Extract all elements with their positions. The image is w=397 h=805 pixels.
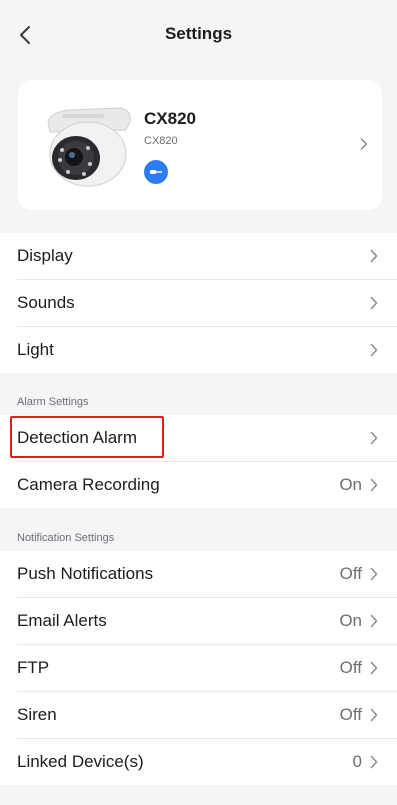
settings-row-ftp[interactable]: FTP Off <box>17 645 397 692</box>
settings-row-push-notifications[interactable]: Push Notifications Off <box>17 551 397 598</box>
section-label-notification: Notification Settings <box>17 532 115 544</box>
general-settings-group: Display Sounds Light <box>0 233 397 373</box>
connection-badge <box>144 160 168 184</box>
section-label-alarm: Alarm Settings <box>17 396 89 408</box>
settings-row-linked-devices[interactable]: Linked Device(s) 0 <box>17 739 397 785</box>
camera-image <box>47 107 131 187</box>
row-label: Siren <box>17 705 57 724</box>
page-title: Settings <box>164 24 233 43</box>
chevron-right-icon <box>370 296 378 310</box>
row-value: Off <box>339 658 362 677</box>
chevron-right-icon <box>370 478 378 492</box>
row-label: Linked Device(s) <box>17 752 144 771</box>
settings-row-siren[interactable]: Siren Off <box>17 692 397 739</box>
chevron-right-icon <box>370 343 378 357</box>
chevron-right-icon <box>370 708 378 722</box>
row-label: Email Alerts <box>17 611 107 630</box>
row-value: On <box>339 475 362 494</box>
chevron-right-icon <box>370 614 378 628</box>
row-value: 0 <box>352 752 362 771</box>
header-bar: Settings <box>0 0 397 70</box>
ethernet-icon <box>150 170 162 174</box>
settings-row-sounds[interactable]: Sounds <box>17 280 397 327</box>
row-label: Detection Alarm <box>17 428 137 447</box>
settings-row-detection-alarm[interactable]: Detection Alarm <box>17 415 397 462</box>
settings-row-light[interactable]: Light <box>17 327 397 373</box>
alarm-settings-group: Detection Alarm Camera Recording On <box>0 415 397 508</box>
settings-row-display[interactable]: Display <box>17 233 397 280</box>
chevron-right-icon <box>370 431 378 445</box>
settings-row-camera-recording[interactable]: Camera Recording On <box>17 462 397 508</box>
chevron-right-icon <box>370 755 378 769</box>
chevron-right-icon <box>360 138 368 150</box>
row-label: Sounds <box>17 293 75 312</box>
row-label: FTP <box>17 658 50 677</box>
settings-row-email-alerts[interactable]: Email Alerts On <box>17 598 397 645</box>
row-label: Light <box>17 340 54 359</box>
chevron-right-icon <box>370 249 378 263</box>
chevron-right-icon <box>370 661 378 675</box>
row-value: On <box>339 611 362 630</box>
device-card[interactable]: CX820 CX820 <box>18 80 382 210</box>
device-model: CX820 <box>144 135 178 147</box>
chevron-right-icon <box>370 567 378 581</box>
row-label: Push Notifications <box>17 564 154 583</box>
row-label: Display <box>17 246 73 265</box>
device-name: CX820 <box>144 109 196 128</box>
row-value: Off <box>339 564 362 583</box>
row-label: Camera Recording <box>17 475 160 494</box>
row-value: Off <box>339 705 362 724</box>
notification-settings-group: Push Notifications Off Email Alerts On F… <box>0 551 397 785</box>
